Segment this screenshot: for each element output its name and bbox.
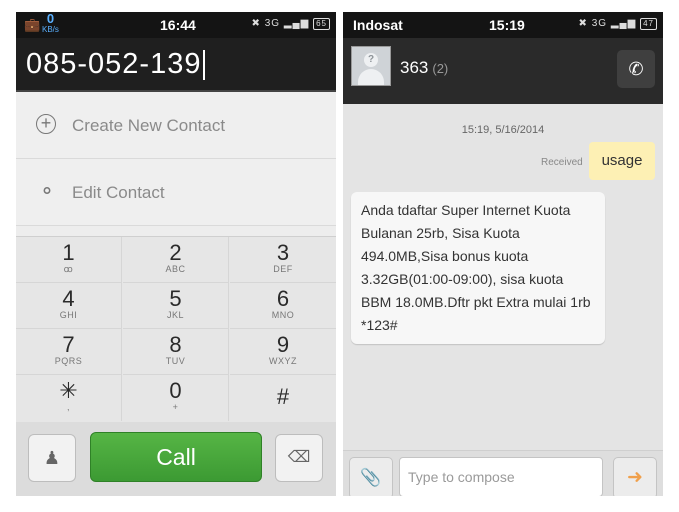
status-bar: 💼 0 KB/s 16:44 ✖ 3G ▂▄▆ 65 — [16, 12, 336, 38]
speed-value: 0 — [46, 12, 55, 26]
key-3[interactable]: 3 DEF — [230, 237, 336, 283]
dial-keypad: 1ꝏ 2 ABC 3 DEF 4 GHI 5 JKL 6 MNO 7 PQRS 8 TUV 9… — [16, 236, 336, 423]
signal-icon: ▂▄▆ — [283, 18, 310, 29]
key-8[interactable]: 8 TUV — [123, 329, 229, 375]
message-timestamp: 15:19, 5/16/2014 — [461, 124, 545, 136]
backspace-button[interactable]: ⌫ — [275, 434, 323, 482]
key-letters: DEF — [273, 264, 293, 274]
text-cursor — [203, 50, 206, 81]
key-letters: MNO — [271, 310, 295, 320]
conversation-header: ? 363 (2) ✆ — [343, 38, 663, 104]
key-5[interactable]: 5 JKL — [123, 283, 229, 329]
key-number: # — [276, 384, 290, 409]
call-button[interactable]: Call — [90, 432, 262, 482]
create-new-contact-option[interactable]: + Create New Contact — [16, 92, 336, 159]
edit-contact-label: Edit Contact — [72, 183, 165, 202]
key-7[interactable]: 7 PQRS — [16, 329, 122, 375]
send-arrow-icon: ➜ — [627, 467, 643, 488]
key-hash[interactable]: # — [230, 375, 336, 421]
key-letters: ABC — [165, 264, 186, 274]
message-count: (2) — [432, 61, 449, 76]
network-type: 3G — [591, 18, 608, 29]
key-1[interactable]: 1ꝏ — [16, 237, 122, 283]
status-icons: ✖ 3G ▂▄▆ 65 — [252, 18, 330, 30]
network-speed: 0 KB/s — [42, 12, 59, 35]
conversation-title: 363 (2) — [400, 58, 448, 78]
contact-avatar[interactable]: ? — [351, 46, 391, 86]
edit-contact-icon: ⚬ — [38, 181, 56, 203]
speed-unit: KB/s — [42, 25, 59, 34]
dialed-number: 085-052-139 — [26, 48, 202, 80]
key-number: 1 — [62, 240, 75, 265]
key-number: 3 — [276, 240, 290, 265]
avatar-body — [358, 69, 384, 85]
plus-circle-icon: + — [36, 114, 56, 134]
messaging-screen: Indosat 15:19 ✖ 3G ▂▄▆ 47 ? 363 (2) ✆ 15:… — [343, 12, 663, 496]
battery-icon: 65 — [313, 18, 330, 30]
key-letters: , — [66, 402, 70, 412]
voicemail-icon: ꝏ — [63, 264, 74, 274]
network-type: 3G — [264, 18, 281, 29]
paperclip-icon: 📎 — [360, 468, 382, 487]
contact-name: 363 — [400, 58, 429, 77]
key-letters: GHI — [59, 310, 78, 320]
clock: 16:44 — [160, 17, 196, 33]
edit-contact-option[interactable]: ⚬ Edit Contact — [16, 159, 336, 226]
attach-button[interactable]: 📎 — [349, 457, 393, 496]
person-icon: ♟ — [43, 448, 61, 468]
dialer-action-bar: ♟ Call ⌫ — [16, 422, 336, 496]
backspace-icon: ⌫ — [287, 449, 311, 466]
key-number: ✳ — [59, 378, 78, 403]
key-letters: WXYZ — [269, 356, 297, 366]
bag-icon: 💼 — [24, 17, 41, 32]
key-number: 8 — [169, 332, 182, 357]
send-button[interactable]: ➜ — [613, 457, 657, 496]
carrier-name: Indosat — [353, 17, 403, 33]
key-letters: JKL — [166, 310, 184, 320]
phone-icon: ✆ — [628, 59, 644, 79]
key-letters: PQRS — [54, 356, 83, 366]
key-number: 4 — [62, 286, 75, 311]
sent-message-bubble[interactable]: usage — [589, 142, 655, 180]
call-contact-button[interactable]: ✆ — [617, 50, 655, 88]
key-0[interactable]: 0 + — [123, 375, 229, 421]
key-4[interactable]: 4 GHI — [16, 283, 122, 329]
compose-input[interactable] — [399, 457, 603, 496]
key-number: 6 — [276, 286, 290, 311]
unknown-contact-icon: ? — [364, 53, 378, 67]
status-icons: ✖ 3G ▂▄▆ 47 — [579, 18, 657, 30]
clock: 15:19 — [489, 17, 525, 33]
key-6[interactable]: 6 MNO — [230, 283, 336, 329]
key-number: 7 — [62, 332, 75, 357]
received-message-text: Anda tdaftar Super Internet Kuota Bulana… — [361, 202, 591, 333]
compose-bar: 📎 ➜ — [343, 450, 663, 496]
key-letters: + — [172, 402, 179, 412]
key-number: 2 — [169, 240, 182, 265]
key-number: 9 — [276, 332, 290, 357]
status-bar: Indosat 15:19 ✖ 3G ▂▄▆ 47 — [343, 12, 663, 38]
vibrate-off-icon: ✖ — [578, 18, 588, 29]
signal-icon: ▂▄▆ — [610, 18, 637, 29]
dialer-screen: 💼 0 KB/s 16:44 ✖ 3G ▂▄▆ 65 085-052-139 +… — [16, 12, 336, 496]
contacts-button[interactable]: ♟ — [28, 434, 76, 482]
key-9[interactable]: 9 WXYZ — [230, 329, 336, 375]
key-star[interactable]: ✳, — [16, 375, 122, 421]
number-display[interactable]: 085-052-139 — [16, 38, 336, 92]
create-new-contact-label: Create New Contact — [72, 116, 226, 135]
battery-icon: 47 — [640, 18, 657, 30]
key-letters: TUV — [165, 356, 186, 366]
key-2[interactable]: 2 ABC — [123, 237, 229, 283]
key-number: 0 — [169, 378, 182, 403]
key-number: 5 — [169, 286, 182, 311]
received-message-bubble[interactable]: Anda tdaftar Super Internet Kuota Bulana… — [351, 192, 605, 344]
received-label: Received — [541, 157, 583, 168]
vibrate-off-icon: ✖ — [251, 18, 261, 29]
